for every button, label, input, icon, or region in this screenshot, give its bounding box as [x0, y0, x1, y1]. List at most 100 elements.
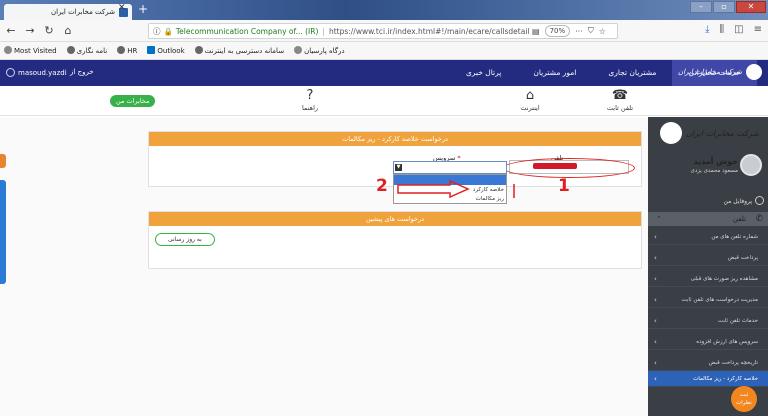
- annotation-ellipse: [503, 158, 635, 178]
- landline-icon: ☎: [611, 88, 629, 103]
- maximize-icon[interactable]: ▫: [713, 1, 735, 13]
- my-services-button[interactable]: مخابرات من: [110, 95, 156, 107]
- bookmark-outlook[interactable]: Outlook: [147, 46, 185, 55]
- browser-tab[interactable]: شرکت مخابرات ایران: [4, 4, 132, 20]
- bookmark-label: HR: [127, 47, 138, 55]
- logout-link[interactable]: خروج از: [70, 68, 94, 76]
- sidebar-item-label: شماره تلفن های من: [711, 234, 758, 240]
- sidebar-item-label: خدمات تلفن ثابت: [717, 318, 758, 324]
- annotation-number-1: 1: [558, 176, 570, 196]
- bookmark-internet-access[interactable]: سامانه دسترسی به اینترنت: [194, 46, 285, 55]
- site-logo[interactable]: شرکت مخابرات ایران: [678, 64, 762, 80]
- sidebar-item-label: پرداخت قبض: [727, 255, 758, 261]
- reader-view-icon[interactable]: ▤: [532, 27, 540, 36]
- menu-icon[interactable]: ≡: [754, 24, 762, 35]
- avatar[interactable]: [740, 154, 762, 176]
- request-panel-title: درخواست خلاصه کارکرد - ریز مکالمات: [149, 132, 641, 146]
- bookmark-letters[interactable]: نامه نگاری: [66, 46, 107, 55]
- reload-icon[interactable]: ↻: [41, 24, 57, 37]
- logo-mark-icon: [660, 122, 682, 144]
- chevron-left-icon: ‹: [654, 338, 657, 346]
- bookmark-label: درگاه پارسیان: [304, 47, 345, 55]
- new-tab-icon[interactable]: +: [138, 2, 148, 16]
- bookmark-label: سامانه دسترسی به اینترنت: [204, 47, 285, 55]
- service-select[interactable]: [393, 161, 507, 174]
- user-fullname: مسعود محمدی یزدی: [690, 168, 738, 174]
- sidebar-item-label: مدیریت درخواست های تلفن ثابت: [681, 297, 758, 303]
- page-actions-icon[interactable]: ···: [575, 27, 583, 36]
- sidebar-item-previous-bills[interactable]: ‹ مشاهده ریز صورت های قبلی: [648, 271, 768, 287]
- url-text: https://www.tci.ir/index.html#!/main/eca…: [328, 26, 530, 36]
- lock-icon: 🔒: [163, 26, 173, 36]
- user-icon: [6, 68, 15, 77]
- outlook-icon: [147, 46, 156, 54]
- info-icon[interactable]: ⓘ: [153, 26, 161, 37]
- profile-link[interactable]: پروفایل من: [652, 196, 764, 205]
- bookmark-star-icon[interactable]: ☆: [599, 27, 606, 36]
- service-subbar: مخابرات من ? راهنما ⌂ اینترنت ☎ تلفن ثاب…: [0, 86, 768, 116]
- close-tab-icon[interactable]: ✕: [118, 3, 126, 13]
- page-icon: [294, 46, 303, 54]
- sidebar-section-phone[interactable]: ⌃ تلفن ✆: [648, 212, 768, 226]
- menu-item-news-portal[interactable]: پرتال خبری: [450, 60, 517, 86]
- sidebar-toggle-icon[interactable]: ◫: [734, 24, 743, 35]
- refresh-button[interactable]: به روز رسانی: [155, 233, 215, 246]
- globe-icon: [117, 46, 126, 54]
- internet-icon: ⌂: [525, 88, 535, 103]
- chevron-down-icon[interactable]: ▼: [395, 164, 402, 171]
- left-tab-orange[interactable]: [0, 154, 6, 168]
- site-header: masoud.yazdi خروج از پرتال خبری امور مشت…: [0, 60, 768, 86]
- bookmark-label: Most Visited: [14, 47, 57, 55]
- sidebar-item-label: سرویس های ارزش افزوده: [696, 339, 758, 345]
- chevron-left-icon: ‹: [654, 375, 657, 383]
- logo-text: شرکت مخابرات ایران: [678, 68, 742, 76]
- gear-icon: [4, 46, 12, 54]
- landline-label: تلفن ثابت: [606, 104, 634, 112]
- pocket-icon[interactable]: ⛉: [588, 26, 594, 36]
- previous-requests-panel: درخواست های پیشین: [148, 211, 642, 269]
- library-icon[interactable]: ⫼: [720, 24, 725, 35]
- sidebar-logo[interactable]: شرکت مخابرات ایران: [660, 122, 759, 144]
- chevron-left-icon: ‹: [654, 359, 657, 367]
- landline-shortcut[interactable]: ☎ تلفن ثابت: [590, 88, 650, 112]
- tab-bar: شرکت مخابرات ایران ✕ + – ▫ ✕: [0, 0, 768, 20]
- zoom-level[interactable]: 70%: [544, 25, 571, 37]
- back-icon[interactable]: ←: [3, 24, 19, 37]
- sidebar-item-manage-requests[interactable]: ‹ مدیریت درخواست های تلفن ثابت: [648, 292, 768, 308]
- user-info[interactable]: masoud.yazdi: [6, 68, 67, 77]
- sidebar-item-value-added[interactable]: ‹ سرویس های ارزش افزوده: [648, 334, 768, 350]
- sidebar-item-call-details[interactable]: ‹ خلاصه کارکرد - ریز مکالمات: [648, 371, 768, 387]
- chevron-left-icon: ‹: [654, 317, 657, 325]
- window-controls: – ▫ ✕: [690, 1, 766, 13]
- forward-icon[interactable]: →: [22, 24, 38, 37]
- chevron-left-icon: ‹: [654, 296, 657, 304]
- bookmark-parsian[interactable]: درگاه پارسیان: [294, 46, 345, 55]
- sidebar-logo-text: شرکت مخابرات ایران: [686, 128, 760, 138]
- help-shortcut[interactable]: ? راهنما: [280, 88, 340, 112]
- sidebar-item-landline-services[interactable]: ‹ خدمات تلفن ثابت: [648, 313, 768, 329]
- bookmark-most-visited[interactable]: Most Visited: [4, 46, 57, 55]
- chevron-up-icon: ⌃: [656, 215, 662, 223]
- feedback-button[interactable]: ثبت نظرات: [731, 386, 757, 412]
- sidebar-item-pay-bill[interactable]: ‹ پرداخت قبض: [648, 250, 768, 266]
- menu-item-customer-affairs[interactable]: امور مشتریان: [517, 60, 592, 86]
- help-icon: ?: [306, 88, 314, 103]
- help-label: راهنما: [301, 104, 319, 112]
- user-name: masoud.yazdi: [18, 68, 67, 77]
- close-window-icon[interactable]: ✕: [736, 1, 766, 13]
- sidebar-item-payment-history[interactable]: ‹ تاریخچه پرداخت قبض: [648, 355, 768, 371]
- chevron-left-icon: ‹: [654, 254, 657, 262]
- home-icon[interactable]: ⌂: [60, 24, 76, 37]
- phone-icon: ✆: [755, 214, 763, 224]
- download-icon[interactable]: ⤓: [705, 24, 709, 35]
- sidebar-item-my-numbers[interactable]: ‹ شماره تلفن های من: [648, 229, 768, 245]
- bookmark-label: Outlook: [157, 47, 185, 55]
- left-tab-blue[interactable]: [0, 180, 6, 284]
- minimize-icon[interactable]: –: [690, 1, 712, 13]
- profile-icon: [755, 196, 764, 205]
- menu-item-business-customers[interactable]: مشتریان تجاری: [592, 60, 672, 86]
- internet-label: اینترنت: [520, 104, 540, 112]
- internet-shortcut[interactable]: ⌂ اینترنت: [500, 88, 560, 112]
- annotation-number-2: 2: [376, 176, 388, 196]
- bookmark-hr[interactable]: HR: [117, 46, 137, 55]
